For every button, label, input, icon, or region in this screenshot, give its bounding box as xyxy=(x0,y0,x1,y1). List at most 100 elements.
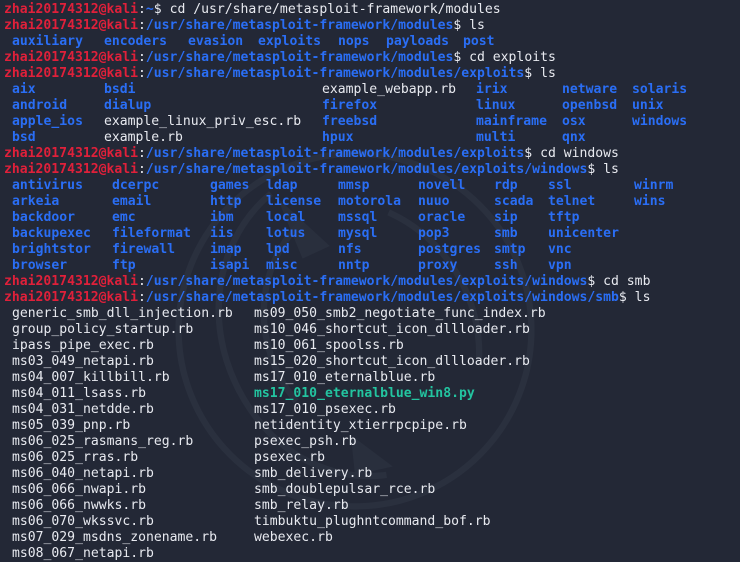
prompt-path: /usr/share/metasploit-framework/modules/… xyxy=(145,290,619,305)
file-entry: ms08_067_netapi.rb xyxy=(12,546,154,561)
directory-entry: games xyxy=(210,178,250,193)
directory-entry: email xyxy=(112,194,152,209)
prompt-user-host: zhai20174312@kali xyxy=(4,274,139,289)
directory-entry: telnet xyxy=(548,194,596,209)
prompt-path: /usr/share/metasploit-framework/modules xyxy=(145,50,454,65)
directory-entry: ssh xyxy=(494,258,518,273)
directory-entry: backupexec xyxy=(12,226,91,241)
directory-entry: sip xyxy=(494,210,518,225)
directory-entry: iis xyxy=(210,226,234,241)
terminal-listing-row: ipass_pipe_exec.rb ms10_061_spoolss.rb xyxy=(4,338,740,354)
terminal-prompt-line: zhai20174312@kali:/usr/share/metasploit-… xyxy=(4,18,740,34)
terminal-listing-row: brightstor firewall imap lpd nfs postgres smtp… xyxy=(4,242,740,258)
prompt-colon: : xyxy=(138,66,146,81)
directory-entry: android xyxy=(12,98,68,113)
file-entry: ms06_066_nwapi.rb xyxy=(12,482,147,497)
terminal-prompt-line: zhai20174312@kali:/usr/share/metasploit-… xyxy=(4,146,740,162)
file-entry: ms17_010_psexec.rb xyxy=(254,402,396,417)
terminal-command-text: ls xyxy=(595,162,619,177)
directory-entry: misc xyxy=(266,258,298,273)
directory-entry: ibm xyxy=(210,210,234,225)
file-entry: ms06_025_rras.rb xyxy=(12,450,139,465)
prompt-symbol: $ xyxy=(618,290,627,305)
prompt-path: /usr/share/metasploit-framework/modules xyxy=(145,18,454,33)
file-entry: psexec.rb xyxy=(254,450,325,465)
directory-entry: antivirus xyxy=(12,178,83,193)
file-entry: ipass_pipe_exec.rb xyxy=(12,338,154,353)
directory-entry: payloads xyxy=(386,34,450,49)
directory-entry: pop3 xyxy=(418,226,450,241)
prompt-path: /usr/share/metasploit-framework/modules/… xyxy=(145,146,525,161)
directory-entry: bsd xyxy=(12,130,36,145)
file-entry: ms06_040_netapi.rb xyxy=(12,466,154,481)
directory-entry: nuuo xyxy=(418,194,450,209)
file-entry: example_webapp.rb xyxy=(322,82,457,97)
terminal-window[interactable]: zhai20174312@kali:~$ cd /usr/share/metas… xyxy=(0,0,740,562)
directory-entry: wins xyxy=(634,194,666,209)
directory-entry: motorola xyxy=(338,194,402,209)
directory-entry: mssql xyxy=(338,210,378,225)
file-entry: netidentity_xtierrpcpipe.rb xyxy=(254,418,467,433)
directory-entry: auxiliary xyxy=(12,34,83,49)
directory-entry: license xyxy=(266,194,322,209)
terminal-prompt-line: zhai20174312@kali:/usr/share/metasploit-… xyxy=(4,290,740,306)
file-entry: example_linux_priv_esc.rb xyxy=(104,114,302,129)
directory-entry: solaris xyxy=(632,82,688,97)
prompt-path: /usr/share/metasploit-framework/modules/… xyxy=(145,162,588,177)
file-entry: ms04_011_lsass.rb xyxy=(12,386,147,401)
terminal-prompt-line: zhai20174312@kali:~$ cd /usr/share/metas… xyxy=(4,2,740,18)
prompt-user-host: zhai20174312@kali xyxy=(4,66,139,81)
terminal-listing-row: bsd example.rb hpux multi qnx xyxy=(4,130,740,146)
prompt-colon: : xyxy=(138,290,146,305)
directory-entry: local xyxy=(266,210,306,225)
prompt-colon: : xyxy=(138,274,146,289)
directory-entry: unicenter xyxy=(548,226,619,241)
directory-entry: isapi xyxy=(210,258,250,273)
prompt-user-host: zhai20174312@kali xyxy=(4,162,139,177)
directory-entry: nops xyxy=(338,34,370,49)
directory-entry: mysql xyxy=(338,226,378,241)
directory-entry: ldap xyxy=(266,178,298,193)
terminal-listing-row: apple_ios example_linux_priv_esc.rb freebs… xyxy=(4,114,740,130)
prompt-user-host: zhai20174312@kali xyxy=(4,50,139,65)
file-entry: smb_relay.rb xyxy=(254,498,349,513)
prompt-user-host: zhai20174312@kali xyxy=(4,2,139,17)
file-entry: ms06_066_nwwks.rb xyxy=(12,498,147,513)
terminal-listing-row: ms06_066_nwapi.rb smb_doublepulsar_rce.rb xyxy=(4,482,740,498)
directory-entry: arkeia xyxy=(12,194,60,209)
directory-entry: winrm xyxy=(634,178,674,193)
directory-entry: ssl xyxy=(548,178,572,193)
prompt-colon: : xyxy=(138,162,146,177)
file-entry: ms07_029_msdns_zonename.rb xyxy=(12,530,217,545)
directory-entry: nntp xyxy=(338,258,370,273)
prompt-colon: : xyxy=(138,50,146,65)
directory-entry: oracle xyxy=(418,210,466,225)
prompt-user-host: zhai20174312@kali xyxy=(4,18,139,33)
terminal-output: zhai20174312@kali:~$ cd /usr/share/metas… xyxy=(4,2,740,562)
terminal-listing-row: generic_smb_dll_injection.rb ms09_050_smb… xyxy=(4,306,740,322)
directory-entry: proxy xyxy=(418,258,458,273)
file-entry: webexec.rb xyxy=(254,530,333,545)
file-entry: example.rb xyxy=(104,130,183,145)
terminal-listing-row: ms06_025_rasmans_reg.rb psexec_psh.rb xyxy=(4,434,740,450)
prompt-user-host: zhai20174312@kali xyxy=(4,146,139,161)
terminal-listing-row: ms08_067_netapi.rb xyxy=(4,546,740,562)
directory-entry: scada xyxy=(494,194,534,209)
directory-entry: osx xyxy=(562,114,586,129)
directory-entry: brightstor xyxy=(12,242,91,257)
terminal-listing-row: backupexec fileformat iis lotus mysql pop3 smb… xyxy=(4,226,740,242)
directory-entry: post xyxy=(463,34,495,49)
terminal-listing-row: ms07_029_msdns_zonename.rb webexec.rb xyxy=(4,530,740,546)
terminal-listing-row: antivirus dcerpc games ldap mmsp novell rdp ssl… xyxy=(4,178,740,194)
terminal-listing-row: ms03_049_netapi.rb ms15_020_shortcut_icon… xyxy=(4,354,740,370)
directory-entry: dialup xyxy=(104,98,152,113)
directory-entry: smb xyxy=(494,226,518,241)
directory-entry: exploits xyxy=(258,34,322,49)
prompt-path: /usr/share/metasploit-framework/modules/… xyxy=(145,66,525,81)
terminal-listing-row: ms04_007_killbill.rb ms17_010_eternalblue… xyxy=(4,370,740,386)
directory-entry: unix xyxy=(632,98,664,113)
directory-entry: freebsd xyxy=(322,114,378,129)
file-entry: ms06_070_wkssvc.rb xyxy=(12,514,154,529)
directory-entry: browser xyxy=(12,258,68,273)
directory-entry: imap xyxy=(210,242,242,257)
